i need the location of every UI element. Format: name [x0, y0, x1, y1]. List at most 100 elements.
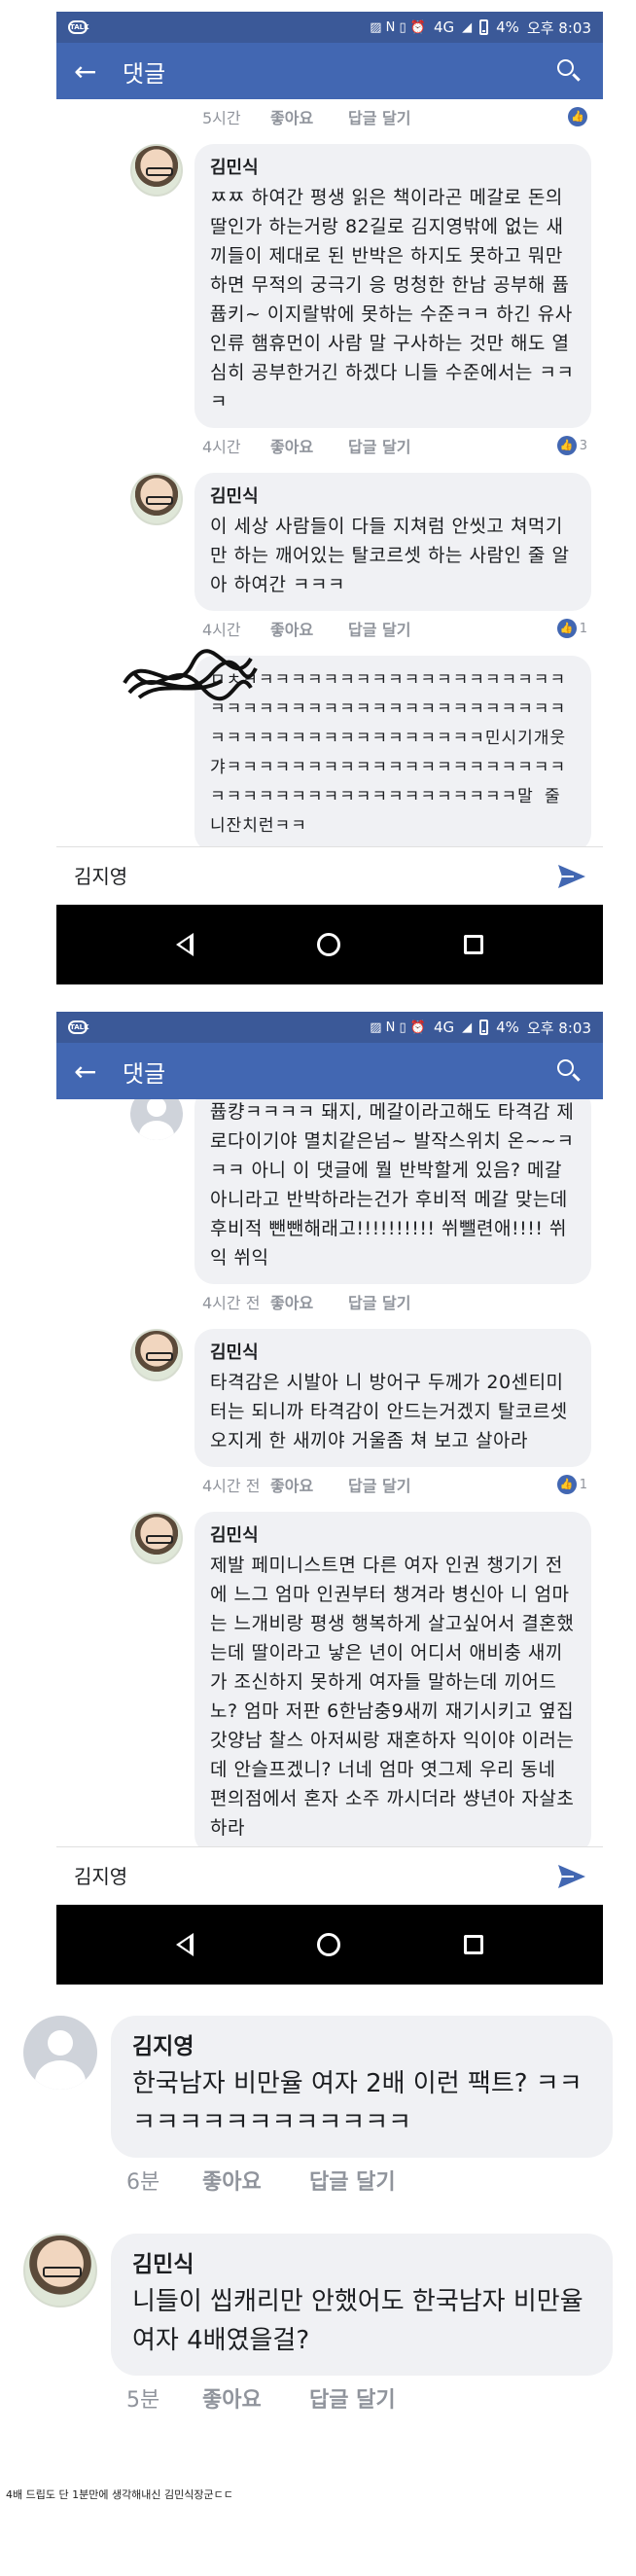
like-button[interactable]: 좋아요 [270, 1473, 348, 1496]
avatar[interactable] [130, 1099, 183, 1140]
network-type: 4G [433, 1019, 455, 1036]
redaction-scribble [123, 649, 258, 701]
comment: 김민식 타격감은 시발아 니 방어구 두께가 20센티미터는 되니까 타격감이 … [56, 1319, 603, 1467]
reaction-count[interactable]: 👍 1 [556, 1475, 587, 1494]
comment: 김지영 한국남자 비만율 여자 2배 이런 팩트? ㅋㅋㅋㅋㅋㅋㅋㅋㅋㅋㅋㅋㅋㅋ [0, 2002, 636, 2158]
comment-author[interactable]: 김민식 [210, 154, 576, 179]
comment-actions: 5분 좋아요 답글 달기 [0, 2376, 636, 2420]
comment: 퓹컁ㅋㅋㅋㅋ 돼지, 메갈이라고해도 타격감 제로다이기야 멸치같은넘~ 발작스… [56, 1099, 603, 1284]
like-button[interactable]: 좋아요 [270, 434, 348, 457]
clock: 오후 8:03 [526, 1019, 591, 1037]
nav-recent-icon[interactable] [463, 935, 483, 954]
android-nav-bar [56, 905, 603, 984]
reaction-count[interactable]: 👍 3 [556, 436, 587, 455]
page-title: 댓글 [123, 1059, 166, 1088]
back-arrow-icon[interactable]: ← [74, 55, 123, 88]
comment-feed[interactable]: 퓹컁ㅋㅋㅋㅋ 돼지, 메갈이라고해도 타격감 제로다이기야 멸치같은넘~ 발작스… [56, 1099, 603, 1846]
comment-actions: 5시간 좋아요 답글 달기 👍 [56, 99, 603, 134]
comment-time: 4시간 전 [202, 1294, 261, 1312]
comment-time: 6분 [126, 2170, 160, 2195]
comment-actions: 4시간 전 좋아요 답글 달기 [56, 1284, 603, 1319]
comment-input[interactable]: 김지영 [70, 857, 554, 896]
reply-button[interactable]: 답글 달기 [348, 617, 410, 640]
reply-button[interactable]: 답글 달기 [348, 105, 410, 128]
battery-icon [479, 19, 489, 35]
comment-author[interactable]: 김민식 [210, 1339, 576, 1364]
comment-author[interactable]: 김민식 [132, 2245, 591, 2278]
reaction-count[interactable]: 👍 1 [556, 619, 587, 638]
comment-author[interactable]: 김지영 [132, 2027, 591, 2060]
reply-button[interactable]: 답글 달기 [309, 2165, 396, 2196]
signal-bars-icon: ◢ [462, 19, 473, 35]
nav-back-icon[interactable] [176, 1933, 194, 1956]
comment-text: 타격감은 시발아 니 방어구 두께가 20센티미터는 되니까 타격감이 안드는거… [210, 1372, 568, 1451]
signal-bars-icon: ◢ [462, 1020, 473, 1035]
reply-button[interactable]: 답글 달기 [309, 2382, 396, 2414]
thumbs-up-icon: 👍 [556, 436, 577, 455]
comment-bubble: 김지영 한국남자 비만율 여자 2배 이런 팩트? ㅋㅋㅋㅋㅋㅋㅋㅋㅋㅋㅋㅋㅋㅋ [111, 2016, 613, 2158]
back-arrow-icon[interactable]: ← [74, 1055, 123, 1088]
comment-bubble: 김민식 니들이 씹캐리만 안했어도 한국남자 비만율 여자 4배였을걸? [111, 2234, 613, 2376]
app-bar: ← 댓글 [56, 43, 603, 99]
comment-bubble: 김민식 ㅉㅉ 하여간 평생 읽은 책이라곤 메갈로 돈의 딸인가 하는거랑 82… [194, 144, 591, 428]
network-type: 4G [433, 18, 455, 36]
signal-icons: ▨ N ▯ ⏰ [370, 19, 426, 35]
comment-actions: 4시간 좋아요 답글 달기 👍 3 [56, 428, 603, 463]
app-bar: ← 댓글 [56, 1043, 603, 1099]
avatar[interactable] [130, 1512, 183, 1564]
battery-icon [479, 1020, 489, 1035]
comment-actions: 4시간 전 좋아요 답글 달기 👍 1 [56, 1467, 603, 1502]
comment-bubble: 김민식 제발 페미니스트면 다른 여자 인권 챙기기 전에 느그 엄마 인권부터… [194, 1512, 591, 1846]
thumbs-up-icon: 👍 [556, 619, 577, 638]
comment-actions: 6분 좋아요 답글 달기 [0, 2158, 636, 2202]
send-icon[interactable] [554, 859, 589, 894]
nav-home-icon[interactable] [316, 933, 340, 956]
screenshot-2: TALK ▨ N ▯ ⏰ 4G ◢ 4% 오후 8:03 ← 댓글 퓹컁ㅋㅋㅋㅋ… [56, 1012, 603, 1985]
avatar[interactable] [130, 144, 183, 197]
comment: 김민식 제발 페미니스트면 다른 여자 인권 챙기기 전에 느그 엄마 인권부터… [56, 1502, 603, 1846]
comment: 김민식 니들이 씹캐리만 안했어도 한국남자 비만율 여자 4배였을걸? [0, 2220, 636, 2376]
comment-bubble: 김민식 이 세상 사람들이 다들 지쳐럼 안씻고 쳐먹기만 하는 깨어있는 탈코… [194, 473, 591, 611]
comment-text: ㅉㅉ 하여간 평생 읽은 책이라곤 메갈로 돈의 딸인가 하는거랑 82길로 김… [210, 187, 575, 412]
comment: 김민식 이 세상 사람들이 다들 지쳐럼 안씻고 쳐먹기만 하는 깨어있는 탈코… [56, 463, 603, 611]
avatar[interactable] [23, 2234, 97, 2308]
search-icon[interactable] [552, 1055, 585, 1088]
comment-author[interactable]: 김민식 [210, 1521, 576, 1547]
reply-button[interactable]: 답글 달기 [348, 434, 410, 457]
reply-button[interactable]: 답글 달기 [348, 1473, 410, 1496]
send-icon[interactable] [554, 1859, 589, 1894]
comment-text: 퓹컁ㅋㅋㅋㅋ 돼지, 메갈이라고해도 타격감 제로다이기야 멸치같은넘~ 발작스… [210, 1101, 575, 1269]
status-bar: TALK ▨ N ▯ ⏰ 4G ◢ 4% 오후 8:03 [56, 1012, 603, 1043]
comment-bubble: 퓹컁ㅋㅋㅋㅋ 돼지, 메갈이라고해도 타격감 제로다이기야 멸치같은넘~ 발작스… [194, 1099, 591, 1284]
battery-percent: 4% [496, 18, 519, 36]
comment-text: 제발 페미니스트면 다른 여자 인권 챙기기 전에 느그 엄마 인권부터 챙겨라… [210, 1555, 575, 1839]
comment-time: 5분 [126, 2388, 160, 2413]
page-title: 댓글 [123, 59, 166, 88]
like-button[interactable]: 좋아요 [270, 105, 348, 128]
caption: 4배 드립도 단 1분만에 생각해내신 김민식장군ㄷㄷ [6, 2488, 233, 2501]
comment-composer: 김지영 [56, 1846, 603, 1905]
search-icon[interactable] [552, 54, 585, 88]
nav-back-icon[interactable] [176, 933, 194, 956]
like-button[interactable]: 좋아요 [202, 2165, 309, 2196]
signal-icons: ▨ N ▯ ⏰ [370, 1020, 426, 1035]
avatar[interactable] [23, 2016, 97, 2090]
nav-home-icon[interactable] [316, 1933, 340, 1956]
talk-notification-icon: TALK [68, 20, 89, 34]
battery-percent: 4% [496, 1019, 519, 1036]
like-button[interactable]: 좋아요 [202, 2382, 309, 2414]
comment-bubble: 김민식 타격감은 시발아 니 방어구 두께가 20센티미터는 되니까 타격감이 … [194, 1329, 591, 1467]
comment-feed[interactable]: 5시간 좋아요 답글 달기 👍 김민식 ㅉㅉ 하여간 평생 읽은 책이라곤 메갈… [56, 99, 603, 846]
like-button[interactable]: 좋아요 [270, 1290, 348, 1313]
clock: 오후 8:03 [526, 18, 591, 37]
comment-text: 이 세상 사람들이 다들 지쳐럼 안씻고 쳐먹기만 하는 깨어있는 탈코르셋 하… [210, 516, 570, 595]
comment-author[interactable]: 김민식 [210, 483, 576, 508]
like-button[interactable]: 좋아요 [270, 617, 348, 640]
comment-time: 5시간 [202, 109, 241, 127]
avatar[interactable] [130, 1329, 183, 1381]
nav-recent-icon[interactable] [463, 1935, 483, 1954]
reply-button[interactable]: 답글 달기 [348, 1290, 410, 1313]
reaction-count[interactable]: 👍 [568, 107, 587, 126]
comment-input[interactable]: 김지영 [70, 1857, 554, 1896]
avatar[interactable] [130, 473, 183, 525]
